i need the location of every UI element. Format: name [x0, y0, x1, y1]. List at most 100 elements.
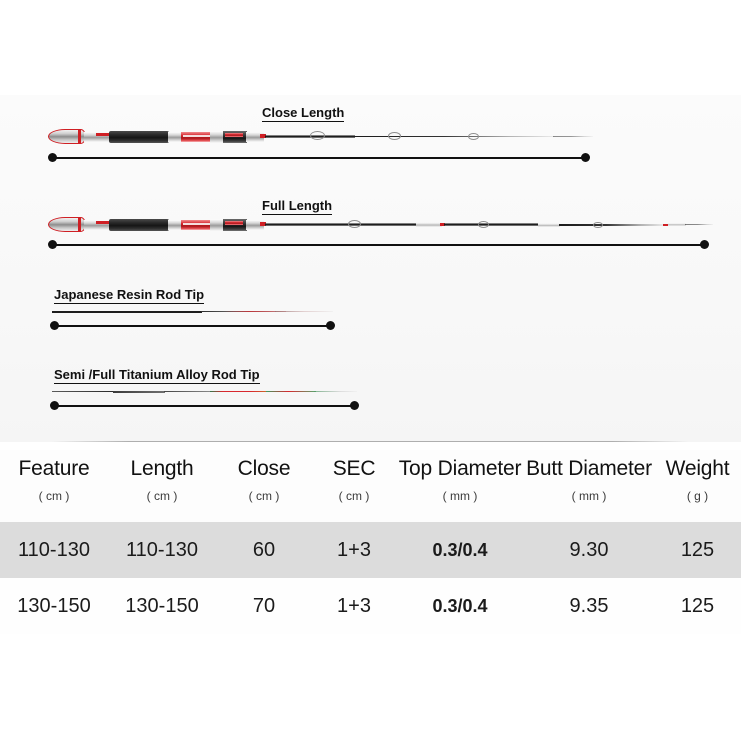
measure-titanium-alloy-rod-tip	[50, 401, 359, 410]
measure-dot-right	[581, 153, 590, 162]
header-title: Butt Diameter	[526, 457, 652, 480]
rod-full-length	[48, 212, 713, 236]
table-header-close: Close ( cm )	[216, 456, 312, 506]
handle-red-accent	[96, 221, 110, 224]
rod-blade-tip	[685, 224, 713, 226]
reel-seat-silver-mid	[210, 131, 224, 143]
table-header-weight: Weight ( g )	[654, 456, 741, 506]
grip-collar-silver	[168, 132, 182, 142]
measure-full-length	[48, 240, 709, 249]
label-japanese-resin-rod-tip: Japanese Resin Rod Tip	[54, 287, 205, 304]
header-title: Top Diameter	[398, 457, 522, 480]
cell-top-diameter: 0.3/0.4	[396, 539, 524, 561]
table-header-feature: Feature ( cm )	[0, 456, 108, 506]
cell-butt-diameter: 9.35	[524, 595, 654, 617]
cell-feature: 130-150	[0, 595, 108, 617]
measure-dot-right	[350, 401, 359, 410]
header-unit: ( cm )	[338, 489, 370, 503]
measure-dot-left	[48, 153, 57, 162]
rod-blade-section-1	[265, 222, 417, 226]
reel-seat-line	[183, 223, 210, 225]
cell-sec: 1+3	[312, 539, 396, 561]
cell-value: 130-150	[17, 595, 91, 617]
measure-japanese-resin-rod-tip	[50, 321, 335, 330]
header-title: Close	[237, 457, 291, 480]
table-header-butt-diameter: Butt Diameter ( mm )	[524, 456, 654, 506]
measure-dot-left	[50, 401, 59, 410]
rod-japanese-resin-tip	[52, 310, 333, 314]
line-guide-2	[388, 132, 401, 140]
header-title: Weight	[665, 457, 730, 480]
cell-value: 125	[680, 539, 715, 561]
tip-segment-joint-1	[113, 391, 165, 393]
cell-length: 130-150	[108, 595, 216, 617]
measure-close-length	[48, 153, 590, 162]
table-header-row: Feature ( cm ) Length ( cm ) Close ( cm …	[0, 450, 741, 522]
table-header-sec: SEC ( cm )	[312, 456, 396, 506]
cell-feature: 110-130	[0, 539, 108, 561]
rod-blade-upper	[354, 135, 554, 138]
line-guide-3	[468, 133, 479, 140]
diagram-table-divider	[52, 441, 689, 442]
header-unit: ( cm )	[146, 489, 178, 503]
line-guide-3	[593, 221, 603, 228]
header-unit: ( mm )	[571, 489, 607, 503]
table-header-length: Length ( cm )	[108, 456, 216, 506]
reel-seat-red-upper	[225, 133, 243, 137]
line-guide-1	[310, 131, 325, 140]
header-unit: ( mm )	[442, 489, 478, 503]
butt-cap-stripe	[78, 218, 81, 231]
cell-value: 1+3	[337, 595, 371, 617]
tip-segment-green-band	[266, 391, 316, 393]
header-title: SEC	[332, 457, 376, 480]
measure-bar	[52, 325, 333, 327]
reel-seat-silver-mid	[210, 219, 224, 231]
cell-length: 110-130	[108, 539, 216, 561]
rod-foam-grip	[109, 219, 169, 231]
rod-close-length	[48, 124, 593, 148]
label-close-length: Close Length	[262, 105, 345, 122]
grip-collar-silver	[168, 220, 182, 230]
measure-dot-right	[700, 240, 709, 249]
reel-seat-line	[183, 135, 210, 137]
label-semi-full-titanium-alloy-rod-tip: Semi /Full Titanium Alloy Rod Tip	[54, 367, 260, 384]
cell-weight: 125	[654, 539, 741, 561]
header-unit: ( cm )	[38, 489, 70, 503]
specification-table: Feature ( cm ) Length ( cm ) Close ( cm …	[0, 450, 741, 634]
line-guide-1	[348, 220, 361, 228]
cell-close: 60	[216, 539, 312, 561]
handle-red-accent	[96, 133, 110, 136]
header-title: Length	[130, 457, 194, 480]
cell-value: 130-150	[125, 595, 199, 617]
cell-value: 9.30	[569, 539, 609, 561]
measure-bar	[50, 157, 588, 159]
measure-dot-left	[48, 240, 57, 249]
tip-segment-end	[275, 311, 333, 313]
reel-seat-red-lower	[181, 132, 211, 142]
rod-blade-section-2	[444, 223, 539, 226]
cell-value: 0.3/0.4	[432, 540, 488, 560]
table-row: 130-150 130-150 70 1+3 0.3/0.4 9.35 125	[0, 578, 741, 634]
measure-bar	[50, 244, 707, 246]
cell-value: 110-130	[18, 539, 90, 561]
butt-cap-stripe	[78, 130, 81, 143]
measure-bar	[52, 405, 357, 407]
tip-segment-joint-2	[164, 391, 212, 393]
header-title: Feature	[18, 457, 90, 480]
table-row: 110-130 110-130 60 1+3 0.3/0.4 9.30 125	[0, 522, 741, 578]
cell-value: 110-130	[126, 539, 198, 561]
rod-ferrule-3	[668, 223, 686, 227]
cell-value: 60	[252, 539, 276, 561]
rod-foam-grip	[109, 131, 169, 143]
cell-value: 125	[680, 595, 715, 617]
cell-sec: 1+3	[312, 595, 396, 617]
reel-seat-red-upper	[225, 221, 243, 225]
tip-segment-red-band	[210, 391, 268, 393]
cell-value: 70	[252, 595, 276, 617]
cell-value: 1+3	[337, 539, 371, 561]
tip-segment-end	[314, 391, 357, 393]
cell-weight: 125	[654, 595, 741, 617]
cell-top-diameter: 0.3/0.4	[396, 595, 524, 617]
rod-ferrule-2	[538, 222, 560, 227]
cell-close: 70	[216, 595, 312, 617]
